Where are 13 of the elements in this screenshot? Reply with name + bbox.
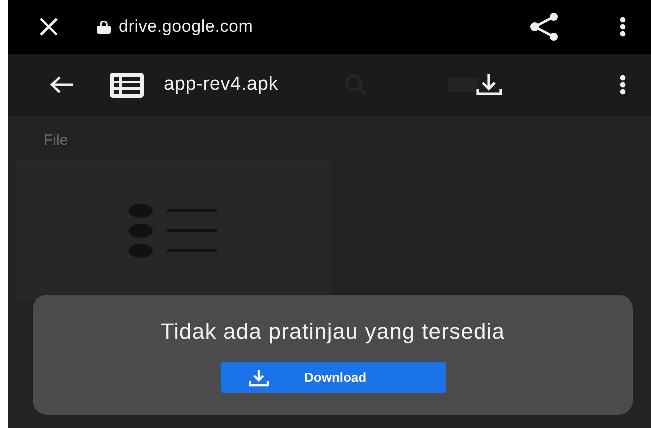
more-icon[interactable] [620, 17, 626, 37]
download-button[interactable]: Download [220, 362, 446, 393]
more-icon[interactable] [620, 75, 626, 95]
url-text[interactable]: drive.google.com [119, 14, 254, 40]
section-label: File [44, 132, 68, 149]
close-icon[interactable] [39, 17, 59, 37]
back-icon[interactable] [50, 76, 74, 94]
lock-icon [97, 20, 111, 34]
file-list-icon [110, 72, 144, 98]
file-title: app-rev4.apk [164, 72, 279, 97]
share-icon[interactable] [530, 13, 560, 41]
no-preview-message: Tidak ada pratinjau yang tersedia [160, 318, 506, 346]
download-icon [248, 368, 268, 386]
